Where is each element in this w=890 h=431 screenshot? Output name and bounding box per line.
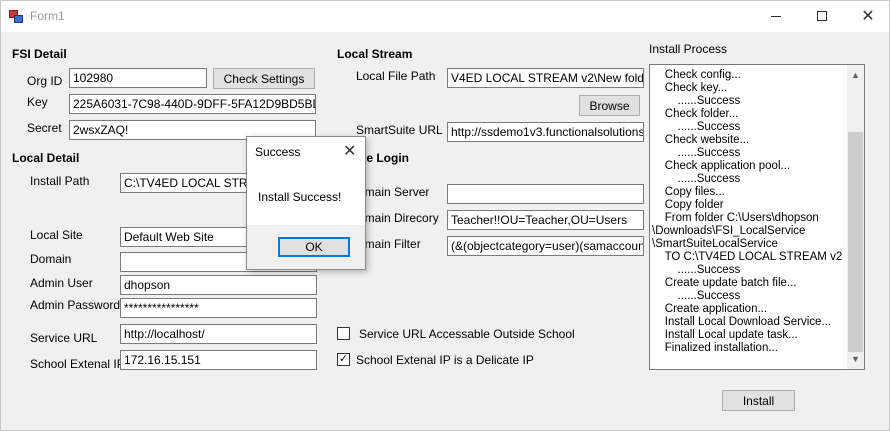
admin-password-field[interactable]: **************** [120, 298, 317, 318]
service-url-field[interactable]: http://localhost/ [120, 324, 317, 344]
domain-directory-field[interactable]: Teacher!!OU=Teacher,OU=Users [447, 210, 644, 230]
admin-password-label: Admin Password [30, 298, 121, 312]
browse-button[interactable]: Browse [579, 95, 640, 116]
org-id-field[interactable]: 102980 [69, 68, 207, 88]
key-label: Key [27, 95, 48, 109]
domain-filter-field[interactable]: (&(objectcategory=user)(samaccountname [447, 236, 644, 256]
install-process-line: Install Local update task... [652, 329, 798, 341]
install-process-heading: Install Process [649, 42, 728, 56]
dialog-title-bar[interactable]: Success ✕ [247, 137, 365, 165]
install-process-line: ......Success [652, 147, 741, 159]
install-process-line: Copy folder [652, 199, 724, 211]
install-button[interactable]: Install [722, 390, 795, 411]
smartsuite-url-field[interactable]: http://ssdemo1v3.functionalsolutions.com [447, 122, 644, 142]
maximize-button[interactable] [799, 1, 845, 31]
local-site-label: Local Site [30, 228, 83, 242]
smartsuite-url-label: SmartSuite URL [356, 123, 443, 137]
check-mark-icon: ✓ [338, 353, 349, 365]
install-process-line: From folder C:\Users\dhopson [652, 212, 819, 224]
install-process-line: \SmartSuiteLocalService [652, 238, 778, 250]
local-file-path-field[interactable]: V4ED LOCAL STREAM v2\New folder\ [447, 68, 644, 88]
title-bar[interactable]: Form1 ✕ [1, 1, 889, 32]
install-process-line: Finalized installation... [652, 342, 778, 354]
dialog-title: Success [255, 145, 301, 159]
service-url-outside-checkbox[interactable] [337, 327, 350, 340]
install-process-line: Install Local Download Service... [652, 316, 831, 328]
domain-label: Domain [30, 252, 72, 266]
install-process-line: Check key... [652, 82, 728, 94]
window-title: Form1 [30, 9, 65, 23]
close-icon: ✕ [861, 8, 875, 25]
install-process-line: Create application... [652, 303, 768, 315]
install-process-line: Check application pool... [652, 160, 791, 172]
domain-server-field[interactable] [447, 184, 644, 204]
scroll-thumb[interactable] [848, 132, 863, 352]
key-field[interactable]: 225A6031-7C98-440D-9DFF-5FA12D9BD5BD [69, 94, 316, 114]
main-window: Form1 ✕ FSI Detail Org ID 102980 Check S… [0, 0, 890, 431]
close-button[interactable]: ✕ [845, 1, 890, 31]
school-ip-delicate-label[interactable]: School Extenal IP is a Delicate IP [356, 353, 534, 367]
org-id-label: Org ID [27, 74, 63, 88]
domain-server-label: omain Server [358, 185, 430, 199]
maximize-icon [817, 11, 827, 21]
dialog-close-icon[interactable]: ✕ [343, 141, 356, 161]
install-process-line: Check website... [652, 134, 750, 146]
install-process-lines: Check config... Check key... ......Succe… [652, 69, 848, 355]
local-stream-heading: Local Stream [337, 47, 413, 61]
local-detail-heading: Local Detail [12, 151, 80, 165]
install-process-line: ......Success [652, 264, 741, 276]
install-process-line: ......Success [652, 290, 741, 302]
install-process-line: ......Success [652, 95, 741, 107]
service-url-label: Service URL [30, 331, 98, 345]
dialog-body: Install Success! [247, 165, 365, 225]
install-process-scrollbar[interactable]: ▲ ▼ [847, 65, 864, 369]
domain-directory-label: omain Direcory [358, 211, 439, 225]
local-file-path-label: Local File Path [356, 69, 436, 83]
check-settings-button[interactable]: Check Settings [213, 68, 315, 89]
school-ip-label: School Extenal IP [30, 357, 125, 371]
minimize-button[interactable] [753, 1, 799, 31]
secret-label: Secret [27, 121, 62, 135]
success-dialog: Success ✕ Install Success! OK [246, 136, 366, 270]
install-process-line: \Downloads\FSI_LocalService [652, 225, 806, 237]
fsi-detail-heading: FSI Detail [12, 47, 67, 61]
admin-user-label: Admin User [30, 276, 93, 290]
install-process-line: ......Success [652, 173, 741, 185]
domain-filter-label: omain Filter [358, 237, 421, 251]
install-process-list[interactable]: Check config... Check key... ......Succe… [649, 64, 865, 370]
app-icon [9, 10, 23, 23]
dialog-message: Install Success! [258, 190, 342, 204]
install-process-line: Check folder... [652, 108, 739, 120]
admin-user-field[interactable]: dhopson [120, 275, 317, 295]
install-process-line: Copy files... [652, 186, 725, 198]
scroll-up-icon[interactable]: ▲ [847, 67, 864, 84]
install-process-line: ......Success [652, 121, 741, 133]
minimize-icon [771, 15, 781, 17]
service-url-outside-label[interactable]: Service URL Accessable Outside School [359, 327, 575, 341]
install-process-line: Create update batch file... [652, 277, 797, 289]
dialog-ok-button[interactable]: OK [278, 237, 350, 257]
install-path-label: Install Path [30, 174, 90, 188]
install-process-line: TO C:\TV4ED LOCAL STREAM v2 [652, 251, 843, 263]
school-ip-field[interactable]: 172.16.15.151 [120, 350, 317, 370]
scroll-down-icon[interactable]: ▼ [847, 351, 864, 368]
install-process-line: Check config... [652, 69, 741, 81]
school-ip-delicate-checkbox[interactable]: ✓ [337, 353, 350, 366]
